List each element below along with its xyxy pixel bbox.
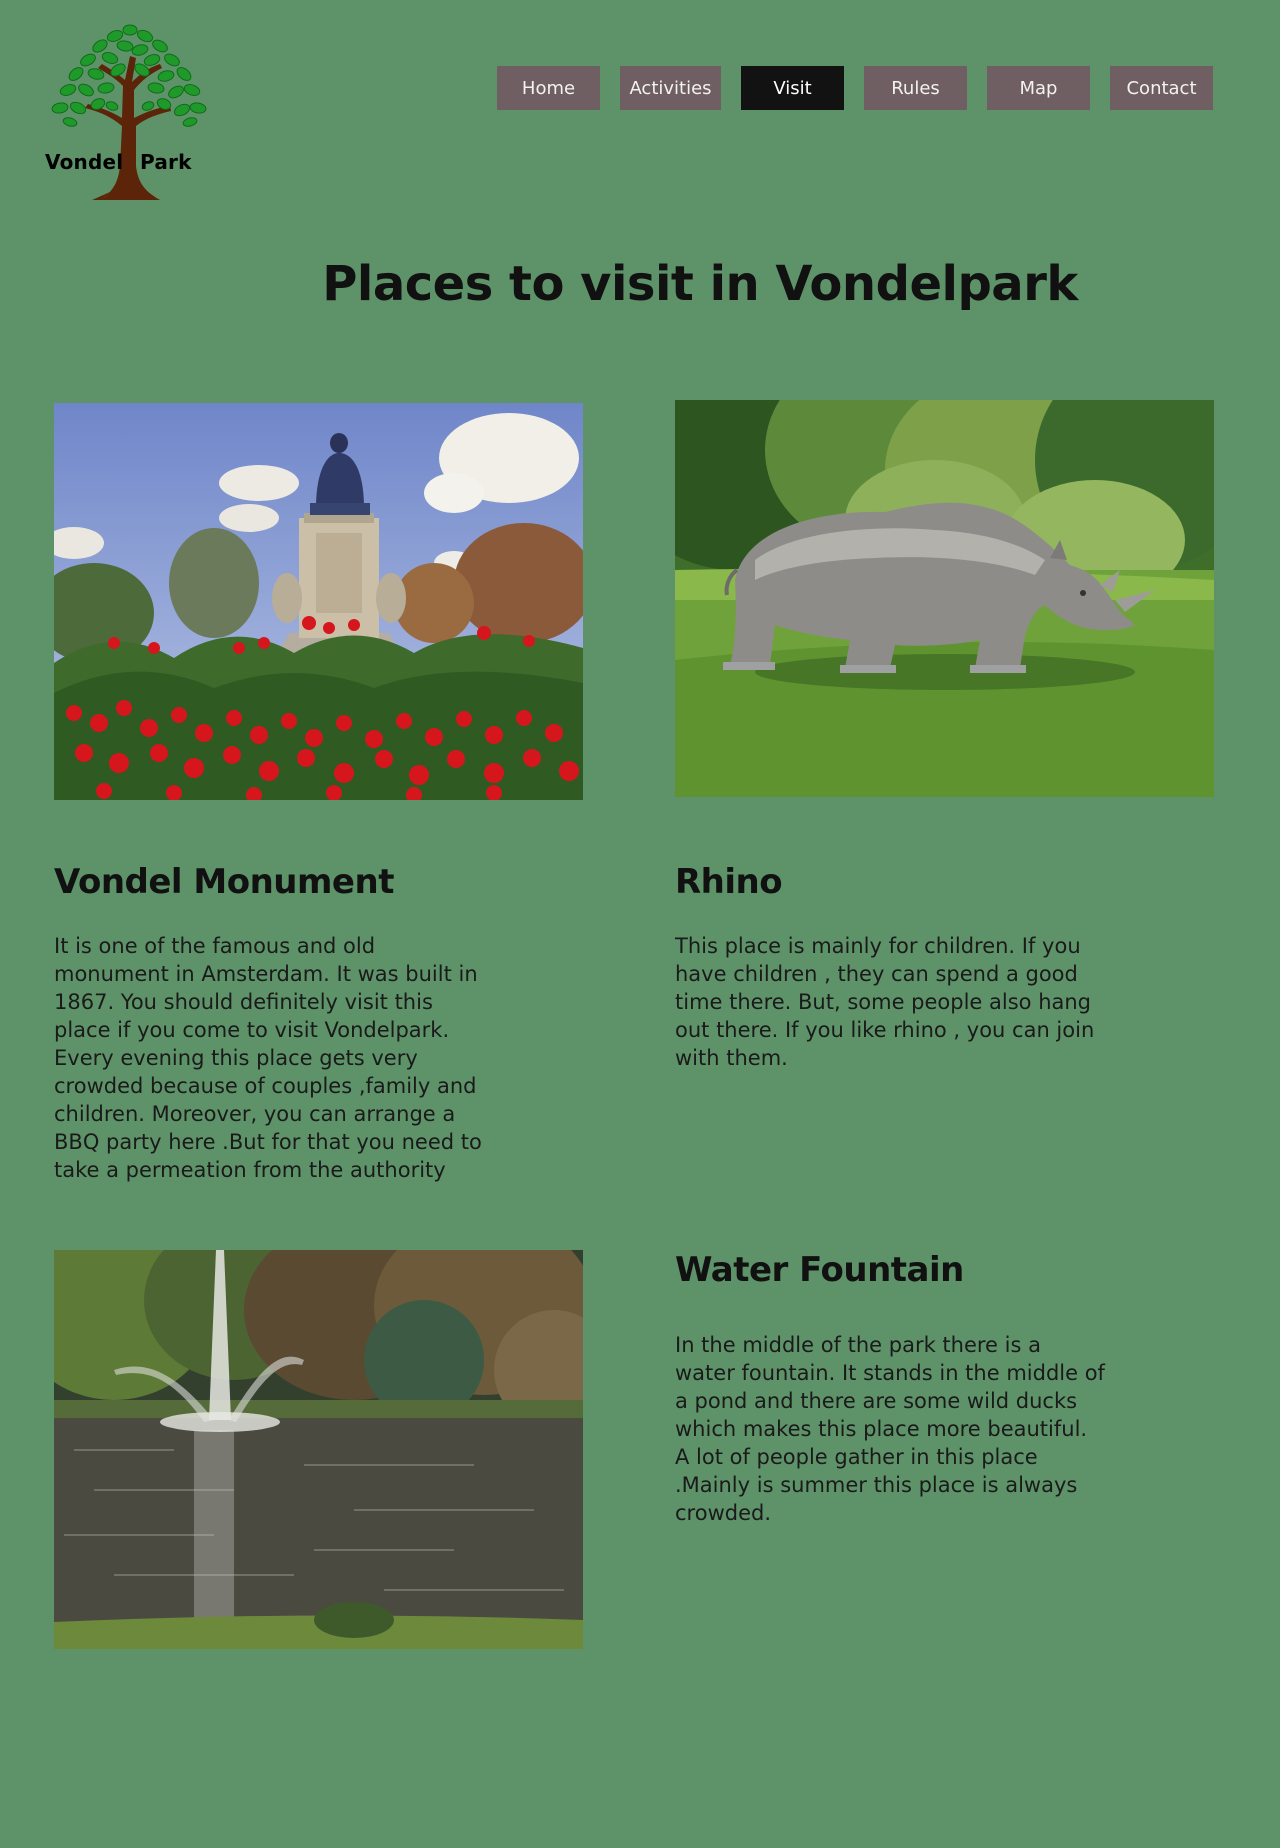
site-logo[interactable]: Vondel Park bbox=[30, 16, 210, 204]
tree-icon bbox=[51, 24, 207, 200]
page-title: Places to visit in Vondelpark bbox=[322, 256, 1078, 312]
nav-activities-button[interactable]: Activities bbox=[620, 66, 721, 110]
vondel-monument-heading: Vondel Monument bbox=[54, 862, 394, 902]
logo-word-park: Park bbox=[140, 150, 192, 174]
nav-contact-button[interactable]: Contact bbox=[1110, 66, 1213, 110]
vondel-monument-photo bbox=[54, 403, 583, 800]
nav-map-button[interactable]: Map bbox=[987, 66, 1090, 110]
nav-visit-button[interactable]: Visit bbox=[741, 66, 844, 110]
water-fountain-photo bbox=[54, 1250, 583, 1649]
vondel-monument-text: It is one of the famous and old monument… bbox=[54, 934, 482, 1182]
nav-home-button[interactable]: Home bbox=[497, 66, 600, 110]
rhino-text: This place is mainly for children. If yo… bbox=[675, 934, 1095, 1070]
rhino-statue-photo bbox=[675, 400, 1214, 797]
logo-word-vondel: Vondel bbox=[45, 150, 124, 174]
main-nav: Home Activities Visit Rules Map Contact bbox=[497, 66, 1213, 110]
nav-rules-button[interactable]: Rules bbox=[864, 66, 967, 110]
water-fountain-heading: Water Fountain bbox=[675, 1250, 964, 1290]
water-fountain-text: In the middle of the park there is a wat… bbox=[675, 1333, 1105, 1525]
rhino-heading: Rhino bbox=[675, 862, 783, 902]
